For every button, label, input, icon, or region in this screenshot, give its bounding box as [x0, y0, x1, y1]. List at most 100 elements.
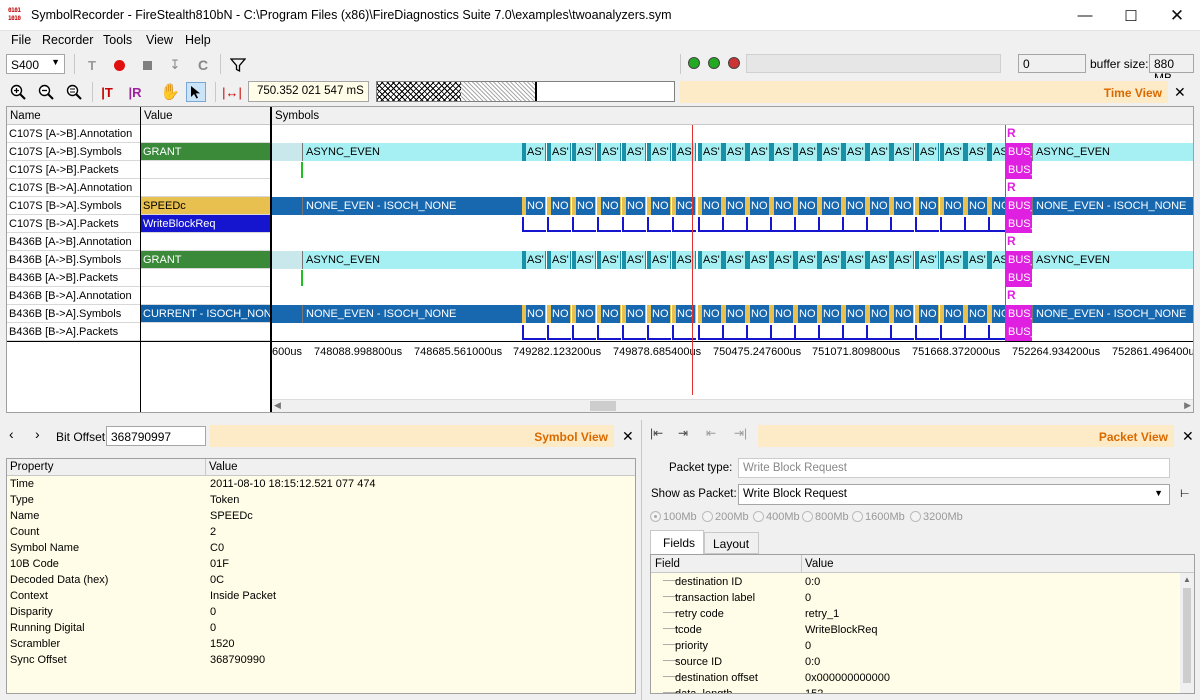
- symbol-track[interactable]: NONE_EVEN - ISOCH_NONE NO NO NO NO NO NO NO NO NO…: [272, 305, 1193, 323]
- minimize-button[interactable]: —: [1062, 0, 1108, 31]
- symbol-track[interactable]: R: [272, 125, 1193, 143]
- record-button[interactable]: [109, 55, 129, 75]
- stop-button[interactable]: [137, 55, 157, 75]
- horizontal-scrollbar[interactable]: ◀ ▶: [272, 399, 1193, 412]
- packet-field-row[interactable]: ── retry code retry_1: [651, 607, 1179, 623]
- symbol-track[interactable]: ASYNC_EVEN AS' AS' AS' AS' AS' AS' AS' AS' AS' AS'…: [272, 143, 1193, 161]
- symbol-track[interactable]: BUS_: [272, 269, 1193, 287]
- symbol-burst-label: AS': [822, 251, 841, 269]
- time-cursor-line[interactable]: [692, 125, 693, 395]
- signal-row[interactable]: C107S [A->B].Annotation R: [7, 125, 1193, 143]
- symbol-track[interactable]: R: [272, 233, 1193, 251]
- signal-row[interactable]: B436B [B->A].Packets BUS_: [7, 323, 1193, 341]
- signal-row[interactable]: B436B [B->A].Annotation R: [7, 287, 1193, 305]
- scroll-right-icon[interactable]: ▶: [1184, 400, 1191, 411]
- zoom-in-button[interactable]: [8, 82, 28, 102]
- menu-file[interactable]: File: [11, 33, 31, 47]
- speed-radio[interactable]: 1600Mb: [852, 511, 905, 523]
- symbol-property-row[interactable]: Scrambler 1520: [7, 637, 635, 653]
- zoom-fit-button[interactable]: [64, 82, 84, 102]
- packet-field-row[interactable]: ── tcode WriteBlockReq: [651, 623, 1179, 639]
- tab-layout[interactable]: Layout: [704, 532, 759, 554]
- symbol-property-row[interactable]: Symbol Name C0: [7, 541, 635, 557]
- pan-hand-button[interactable]: ✋: [160, 82, 180, 102]
- menu-recorder[interactable]: Recorder: [42, 33, 93, 47]
- symbol-property-row[interactable]: Count 2: [7, 525, 635, 541]
- symbol-track[interactable]: BUS_: [272, 161, 1193, 179]
- speed-radio[interactable]: 3200Mb: [910, 511, 963, 523]
- symbol-track[interactable]: R: [272, 287, 1193, 305]
- packet-field-row[interactable]: ── data_length 152: [651, 687, 1179, 693]
- scroll-up-icon[interactable]: ▲: [1183, 575, 1191, 584]
- clear-button[interactable]: C: [193, 55, 213, 75]
- select-pointer-button[interactable]: [186, 82, 206, 102]
- speed-radio[interactable]: 200Mb: [702, 511, 749, 523]
- symbol-track[interactable]: R: [272, 179, 1193, 197]
- prev-symbol-button[interactable]: ‹: [9, 426, 14, 442]
- menu-help[interactable]: Help: [185, 33, 211, 47]
- symbol-property-row[interactable]: Sync Offset 368790990: [7, 653, 635, 669]
- packet-field-row[interactable]: ── destination ID 0:0: [651, 575, 1179, 591]
- close-packet-view-button[interactable]: ✕: [1182, 428, 1194, 445]
- packet-field-row[interactable]: ── priority 0: [651, 639, 1179, 655]
- measure-button[interactable]: |↔|: [222, 82, 242, 102]
- symbol-property-row[interactable]: Disparity 0: [7, 605, 635, 621]
- download-button[interactable]: ↧: [165, 55, 185, 75]
- signal-row[interactable]: C107S [B->A].PacketsWriteBlockReq BUS_: [7, 215, 1193, 233]
- maximize-button[interactable]: ☐: [1108, 0, 1154, 31]
- scrollbar-thumb[interactable]: [1183, 588, 1191, 683]
- goto-trigger-button[interactable]: |T: [97, 82, 117, 102]
- signal-row[interactable]: B436B [A->B].Symbols GRANT ASYNC_EVEN AS' AS…: [7, 251, 1193, 269]
- signal-row[interactable]: C107S [A->B].Packets BUS_: [7, 161, 1193, 179]
- close-time-view-button[interactable]: ✕: [1174, 84, 1186, 101]
- symbol-property-row[interactable]: 10B Code 01F: [7, 557, 635, 573]
- packet-field-row[interactable]: ── transaction label 0: [651, 591, 1179, 607]
- filter-button[interactable]: [228, 55, 248, 75]
- symbol-property-row[interactable]: Running Digital 0: [7, 621, 635, 637]
- next-symbol-button[interactable]: ›: [35, 426, 40, 442]
- scroll-left-icon[interactable]: ◀: [274, 400, 281, 411]
- overview-bar[interactable]: [376, 81, 675, 102]
- symbol-property-row[interactable]: Context Inside Packet: [7, 589, 635, 605]
- signal-row[interactable]: C107S [B->A].Symbols SPEEDc NONE_EVEN - IS…: [7, 197, 1193, 215]
- field-value: 0: [805, 640, 812, 652]
- zoom-out-button[interactable]: [36, 82, 56, 102]
- show-as-packet-select[interactable]: Write Block Request ▼: [738, 484, 1170, 505]
- tab-fields[interactable]: Fields: [650, 530, 704, 554]
- close-symbol-view-button[interactable]: ✕: [622, 428, 634, 445]
- symbol-track[interactable]: NONE_EVEN - ISOCH_NONE NO NO NO NO NO NO NO NO NO…: [272, 197, 1193, 215]
- first-packet-button[interactable]: |⇤: [650, 426, 663, 440]
- packet-field-row[interactable]: ── source ID 0:0: [651, 655, 1179, 671]
- menu-view[interactable]: View: [146, 33, 173, 47]
- symbol-track[interactable]: BUS_: [272, 323, 1193, 341]
- signal-row[interactable]: C107S [A->B].Symbols GRANT ASYNC_EVEN AS' AS…: [7, 143, 1193, 161]
- symbol-track[interactable]: ASYNC_EVEN AS' AS' AS' AS' AS' AS' AS' AS' AS' AS'…: [272, 251, 1193, 269]
- pin-icon[interactable]: ⊢: [1180, 487, 1190, 500]
- signal-row[interactable]: B436B [A->B].Annotation R: [7, 233, 1193, 251]
- symbol-property-row[interactable]: Time 2011-08-10 18:15:12.521 077 474: [7, 477, 635, 493]
- packet-field-row[interactable]: ── destination offset 0x000000000000: [651, 671, 1179, 687]
- annotation-line: [1005, 125, 1006, 143]
- last-packet-button[interactable]: ⇥|: [734, 426, 747, 440]
- trigger-icon[interactable]: T: [82, 55, 102, 75]
- signal-row[interactable]: B436B [B->A].Symbols CURRENT - ISOCH_NONE…: [7, 305, 1193, 323]
- symbol-property-row[interactable]: Name SPEEDc: [7, 509, 635, 525]
- speed-select[interactable]: S400 ▼: [6, 54, 65, 74]
- speed-radio[interactable]: 800Mb: [802, 511, 849, 523]
- speed-radio[interactable]: 400Mb: [753, 511, 800, 523]
- speed-radio[interactable]: 100Mb: [650, 511, 697, 523]
- prev-packet-button[interactable]: ⇥: [678, 426, 688, 440]
- symbol-track[interactable]: BUS_: [272, 215, 1193, 233]
- goto-marker-button[interactable]: |R: [125, 82, 145, 102]
- signal-row[interactable]: C107S [B->A].Annotation R: [7, 179, 1193, 197]
- symbol-property-row[interactable]: Decoded Data (hex) 0C: [7, 573, 635, 589]
- next-packet-button[interactable]: ⇤: [706, 426, 716, 440]
- scrollbar-thumb[interactable]: [590, 401, 616, 411]
- symbol-property-row[interactable]: Type Token: [7, 493, 635, 509]
- menu-tools[interactable]: Tools: [103, 33, 132, 47]
- vertical-scrollbar[interactable]: ▲: [1180, 573, 1194, 693]
- bit-offset-input[interactable]: 368790997: [106, 426, 206, 446]
- radio-circle: [702, 511, 713, 522]
- close-window-button[interactable]: ✕: [1154, 0, 1200, 31]
- signal-row[interactable]: B436B [A->B].Packets BUS_: [7, 269, 1193, 287]
